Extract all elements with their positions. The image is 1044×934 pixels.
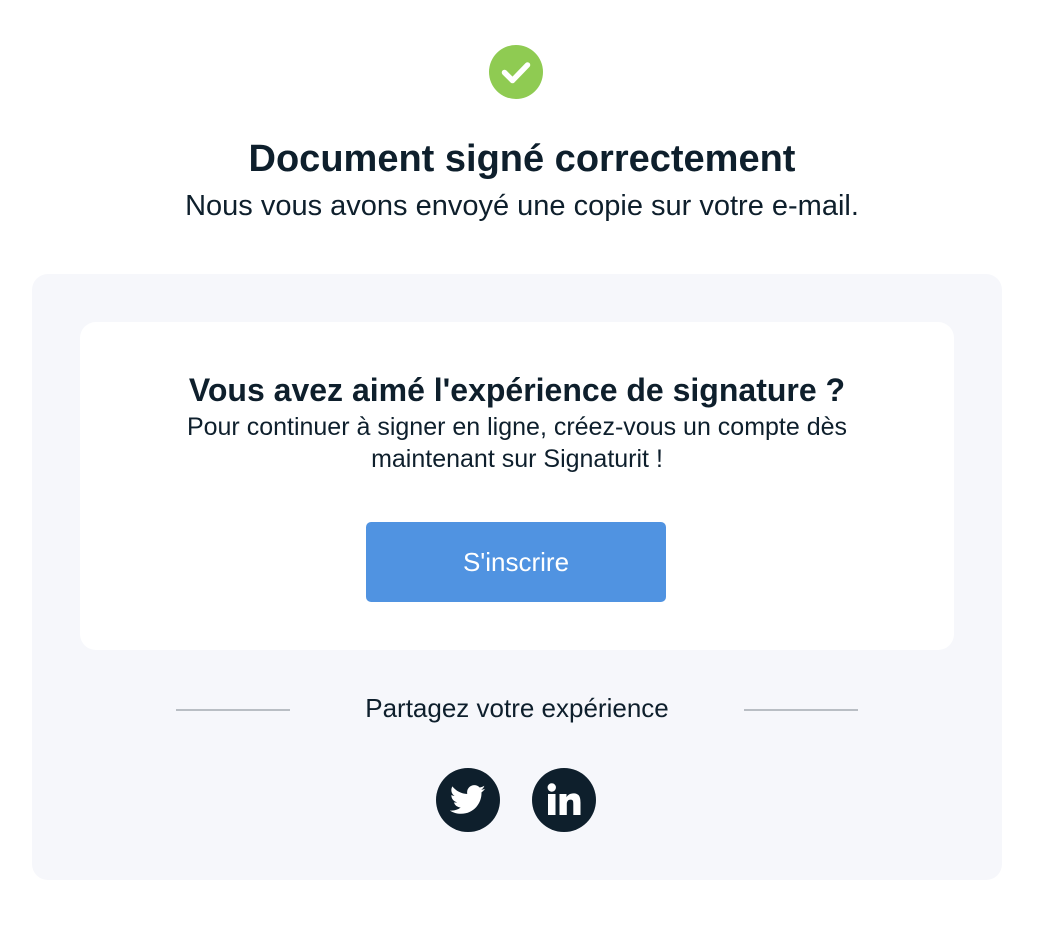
signup-card-title-container: Vous avez aimé l'expérience de signature… — [80, 370, 954, 410]
promo-panel: Vous avez aimé l'expérience de signature… — [32, 274, 1002, 880]
signup-card-title: Vous avez aimé l'expérience de signature… — [188, 372, 846, 408]
share-divider-left — [176, 709, 290, 711]
twitter-icon — [450, 785, 486, 814]
page-subtitle: Nous vous avons envoyé une copie sur vot… — [185, 190, 859, 222]
check-circle-icon — [489, 45, 543, 99]
share-divider-right — [744, 709, 858, 711]
signup-button[interactable]: S'inscrire — [366, 522, 666, 602]
linkedin-icon — [547, 783, 581, 815]
signature-success-page: Document signé correctement Nous vous av… — [0, 0, 1044, 934]
signup-card: Vous avez aimé l'expérience de signature… — [80, 322, 954, 650]
share-section: Partagez votre expérience — [176, 688, 858, 728]
signup-card-text: Pour continuer à signer en ligne, créez-… — [186, 413, 848, 473]
twitter-share-button[interactable] — [436, 768, 500, 832]
linkedin-share-button[interactable] — [532, 768, 596, 832]
page-title: Document signé correctement — [248, 138, 796, 180]
share-label: Partagez votre expérience — [365, 693, 669, 723]
